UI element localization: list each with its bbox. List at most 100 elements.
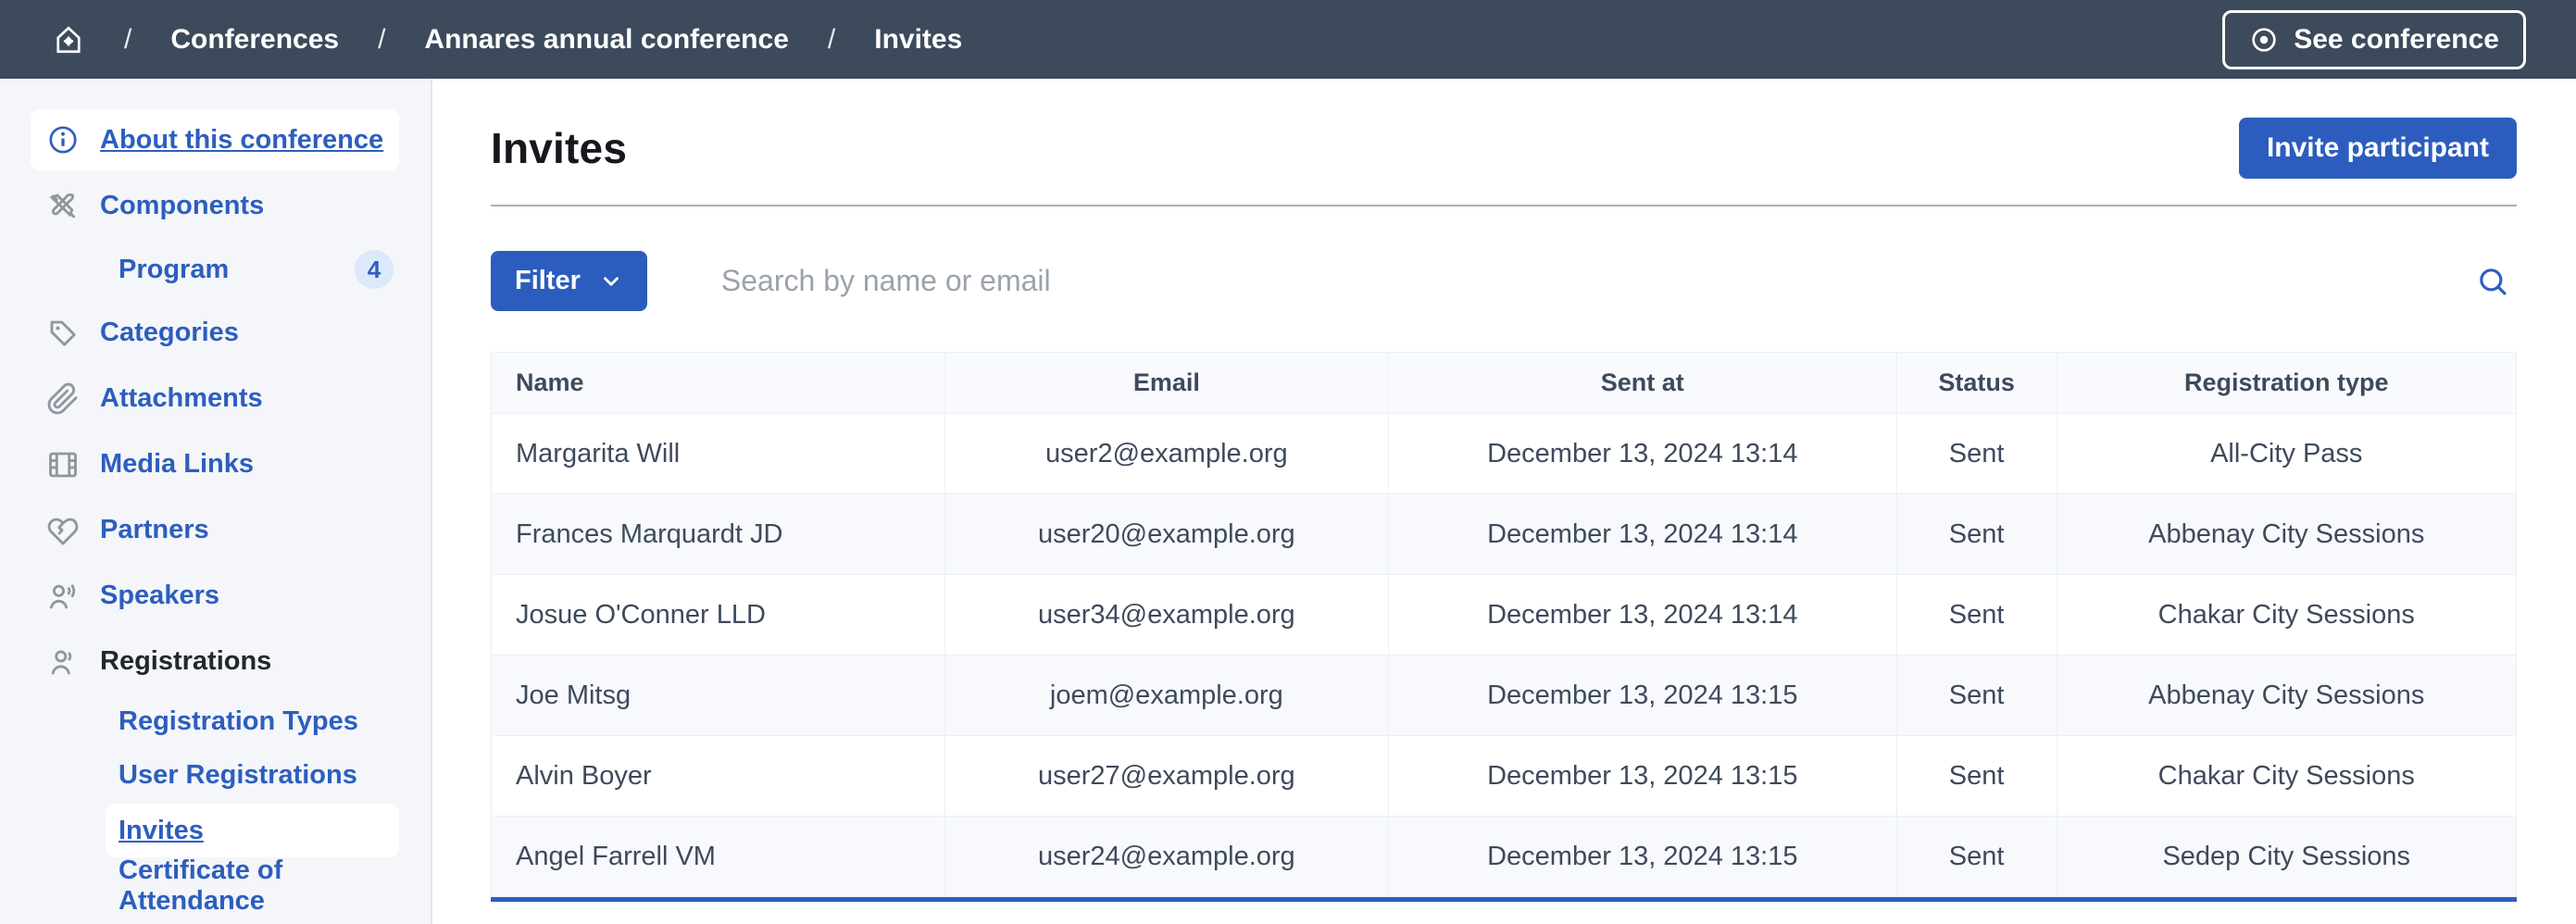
info-icon [46, 123, 80, 156]
cell-status: Sent [1896, 656, 2057, 736]
invite-participant-button[interactable]: Invite participant [2239, 118, 2517, 179]
cell-email: joem@example.org [944, 656, 1388, 736]
cell-email: user24@example.org [944, 817, 1388, 897]
cell-name: Alvin Boyer [492, 736, 945, 817]
table-row: Alvin Boyer user27@example.org December … [492, 736, 2517, 817]
page-title: Invites [491, 123, 627, 173]
tools-icon [46, 190, 80, 223]
invites-table: Name Email Sent at Status Registration t… [491, 352, 2517, 897]
see-conference-button[interactable]: See conference [2222, 10, 2526, 69]
cell-name: Frances Marquardt JD [492, 494, 945, 575]
breadcrumb-separator: / [378, 24, 385, 56]
cell-name: Josue O'Conner LLD [492, 575, 945, 656]
cell-email: user20@example.org [944, 494, 1388, 575]
cell-registration-type: Abbenay City Sessions [2057, 656, 2516, 736]
search-button[interactable] [2469, 257, 2517, 306]
sidebar-item-program[interactable]: Program 4 [0, 239, 431, 300]
sidebar: About this conference Components Program… [0, 79, 432, 924]
sidebar-item-label: Registrations [100, 646, 271, 677]
cell-sent-at: December 13, 2024 13:15 [1388, 817, 1896, 897]
search-input[interactable] [690, 255, 2450, 307]
sidebar-item-categories[interactable]: Categories [0, 300, 431, 366]
user-voice-icon [46, 580, 80, 613]
sidebar-item-attachments[interactable]: Attachments [0, 366, 431, 431]
paperclip-icon [46, 382, 80, 416]
column-header-registration-type: Registration type [2057, 353, 2516, 414]
cell-status: Sent [1896, 414, 2057, 494]
sidebar-item-label: Speakers [100, 581, 219, 611]
sidebar-item-certificate-of-attendance[interactable]: Certificate of Attendance [0, 859, 431, 913]
sidebar-item-media-links[interactable]: Media Links [0, 431, 431, 497]
sidebar-item-registrations[interactable]: Registrations [0, 629, 431, 694]
cell-email: user34@example.org [944, 575, 1388, 656]
cell-registration-type: Sedep City Sessions [2057, 817, 2516, 897]
table-row: Frances Marquardt JD user20@example.org … [492, 494, 2517, 575]
cell-registration-type: All-City Pass [2057, 414, 2516, 494]
table-header-row: Name Email Sent at Status Registration t… [492, 353, 2517, 414]
cell-name: Angel Farrell VM [492, 817, 945, 897]
sidebar-item-label: About this conference [100, 125, 383, 156]
chevron-down-icon [599, 269, 623, 293]
breadcrumb-separator: / [828, 24, 835, 56]
sidebar-item-label: Components [100, 191, 264, 221]
cell-sent-at: December 13, 2024 13:14 [1388, 575, 1896, 656]
sidebar-item-components[interactable]: Components [0, 173, 431, 239]
cell-email: user2@example.org [944, 414, 1388, 494]
cell-email: user27@example.org [944, 736, 1388, 817]
tag-icon [46, 317, 80, 350]
cell-name: Margarita Will [492, 414, 945, 494]
cell-status: Sent [1896, 494, 2057, 575]
breadcrumb-invites[interactable]: Invites [874, 24, 962, 56]
cell-status: Sent [1896, 817, 2057, 897]
user-icon [46, 645, 80, 679]
sidebar-item-label: Invites [119, 816, 204, 846]
sidebar-item-label: Categories [100, 318, 239, 348]
heart-handshake-icon [46, 514, 80, 547]
main-content: Invites Invite participant Filter [432, 79, 2576, 924]
cell-registration-type: Abbenay City Sessions [2057, 494, 2516, 575]
filter-button-label: Filter [515, 266, 581, 296]
cell-sent-at: December 13, 2024 13:14 [1388, 494, 1896, 575]
title-divider [491, 205, 2517, 206]
cell-status: Sent [1896, 736, 2057, 817]
sidebar-item-registration-types[interactable]: Registration Types [0, 694, 431, 748]
table-row: Joe Mitsg joem@example.org December 13, … [492, 656, 2517, 736]
column-header-name: Name [492, 353, 945, 414]
home-icon [52, 23, 85, 56]
breadcrumb-conferences[interactable]: Conferences [170, 24, 339, 56]
column-header-email: Email [944, 353, 1388, 414]
cell-sent-at: December 13, 2024 13:15 [1388, 736, 1896, 817]
film-icon [46, 448, 80, 481]
breadcrumb: / Conferences / Annares annual conferenc… [52, 23, 962, 56]
sidebar-item-label: Program [119, 255, 229, 285]
sidebar-item-label: Media Links [100, 449, 254, 480]
table-row: Margarita Will user2@example.org Decembe… [492, 414, 2517, 494]
eye-icon [2249, 25, 2279, 55]
column-header-sent-at: Sent at [1388, 353, 1896, 414]
sidebar-item-about-this-conference[interactable]: About this conference [31, 109, 399, 170]
cell-name: Joe Mitsg [492, 656, 945, 736]
search-icon [2474, 263, 2511, 300]
sidebar-item-user-registrations[interactable]: User Registrations [0, 748, 431, 802]
table-row: Angel Farrell VM user24@example.org Dece… [492, 817, 2517, 897]
breadcrumb-separator: / [124, 24, 131, 56]
column-header-status: Status [1896, 353, 2057, 414]
sidebar-item-label: User Registrations [119, 760, 357, 791]
breadcrumb-conference-name[interactable]: Annares annual conference [424, 24, 788, 56]
filter-button[interactable]: Filter [491, 251, 647, 311]
sidebar-item-speakers[interactable]: Speakers [0, 563, 431, 629]
topbar: / Conferences / Annares annual conferenc… [0, 0, 2576, 79]
cell-registration-type: Chakar City Sessions [2057, 575, 2516, 656]
cell-sent-at: December 13, 2024 13:14 [1388, 414, 1896, 494]
cell-status: Sent [1896, 575, 2057, 656]
invites-table-container: Name Email Sent at Status Registration t… [491, 352, 2517, 902]
sidebar-item-label: Certificate of Attendance [119, 855, 399, 917]
sidebar-item-label: Partners [100, 515, 209, 545]
program-count-badge: 4 [355, 250, 394, 289]
sidebar-item-invites[interactable]: Invites [106, 804, 399, 857]
sidebar-item-label: Attachments [100, 383, 263, 414]
see-conference-label: See conference [2294, 24, 2499, 56]
home-link[interactable] [52, 23, 85, 56]
table-row: Josue O'Conner LLD user34@example.org De… [492, 575, 2517, 656]
sidebar-item-partners[interactable]: Partners [0, 497, 431, 563]
